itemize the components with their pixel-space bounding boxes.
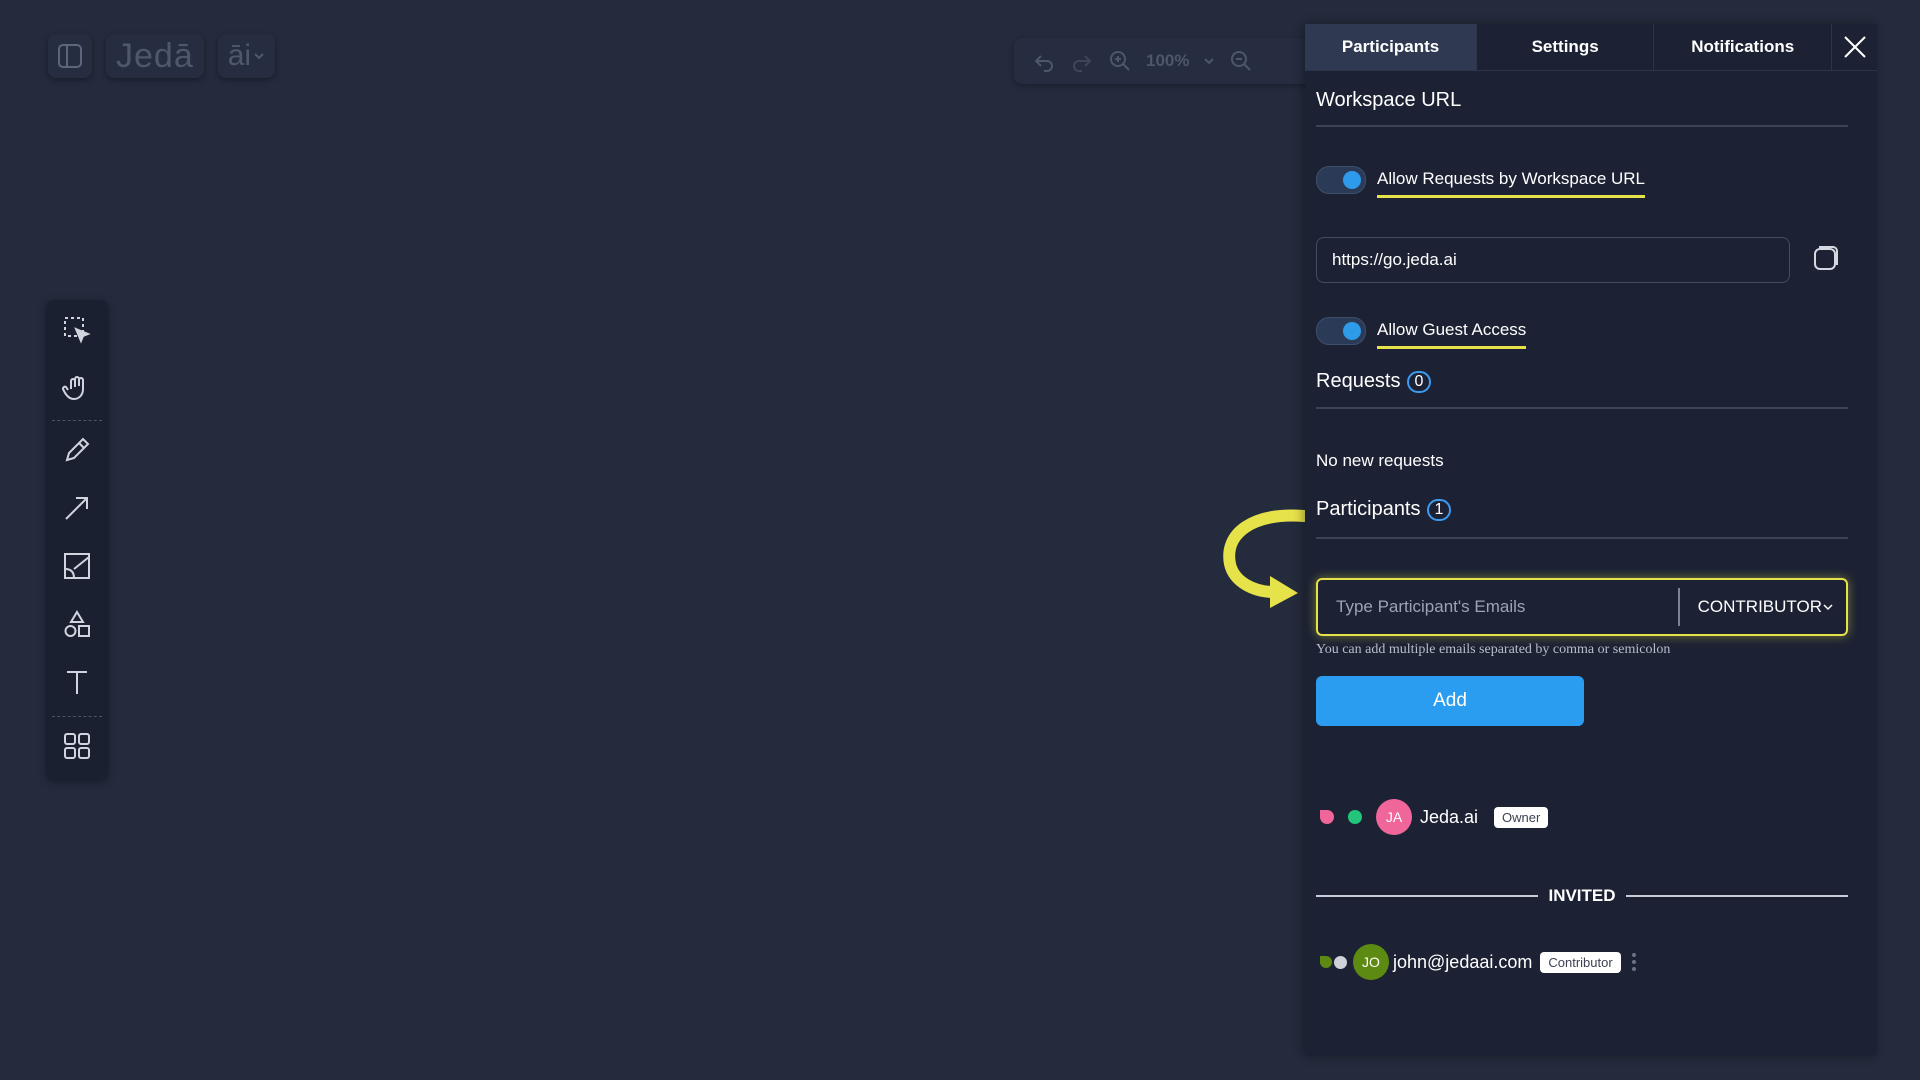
toggle-knob xyxy=(1343,171,1361,189)
allow-guest-toggle[interactable] xyxy=(1316,317,1366,345)
pen-tool[interactable] xyxy=(61,434,93,466)
toolbar-divider xyxy=(52,420,102,421)
canvas-toolbar: 100% xyxy=(1014,38,1322,84)
invited-divider: INVITED xyxy=(1316,886,1848,906)
close-button[interactable] xyxy=(1832,24,1877,71)
zoom-in-icon[interactable] xyxy=(1108,49,1132,73)
ai-menu-button[interactable]: āi xyxy=(217,34,276,78)
pencil-icon xyxy=(65,437,90,462)
divider xyxy=(1316,537,1848,539)
participants-panel: Participants Settings Notifications Work… xyxy=(1305,24,1877,1056)
hand-tool[interactable] xyxy=(61,372,93,404)
close-icon xyxy=(1843,36,1866,58)
divider-line xyxy=(1625,895,1848,897)
guide-arrow-icon xyxy=(1223,509,1306,608)
select-icon xyxy=(64,317,91,344)
tab-settings[interactable]: Settings xyxy=(1477,24,1655,71)
jeda-logo[interactable]: Jedā xyxy=(106,34,204,78)
sidebar-toggle-button[interactable] xyxy=(48,34,92,78)
shapes-tool[interactable] xyxy=(61,608,93,640)
invited-avatar: JO xyxy=(1353,944,1389,980)
owner-role-badge: Owner xyxy=(1494,806,1549,828)
text-icon xyxy=(67,671,87,694)
add-button[interactable]: Add xyxy=(1316,676,1584,726)
zoom-level[interactable]: 100% xyxy=(1146,51,1189,71)
allow-guest-label: Allow Guest Access xyxy=(1377,320,1527,349)
zoom-out-icon[interactable] xyxy=(1229,49,1253,73)
no-requests-text: No new requests xyxy=(1316,451,1444,470)
toggle-knob xyxy=(1343,322,1361,340)
workspace-url-title: Workspace URL xyxy=(1316,89,1462,111)
text-tool[interactable] xyxy=(61,666,93,698)
invited-email: john@jedaai.com xyxy=(1393,951,1533,972)
role-select-value: CONTRIBUTOR xyxy=(1697,597,1822,616)
workspace-url-field[interactable]: https://go.jeda.ai xyxy=(1316,237,1790,283)
tab-notifications[interactable]: Notifications xyxy=(1654,24,1833,71)
allow-requests-toggle[interactable] xyxy=(1316,166,1366,194)
requests-title: Requests 0 xyxy=(1316,370,1432,393)
select-tool[interactable] xyxy=(61,314,93,346)
cursor-color-icon xyxy=(1320,810,1334,824)
grid-icon xyxy=(64,733,90,759)
tab-participants[interactable]: Participants xyxy=(1305,24,1478,71)
online-status-icon xyxy=(1348,810,1362,824)
copy-url-button[interactable] xyxy=(1810,242,1842,274)
invited-label: INVITED xyxy=(1548,886,1616,905)
invited-role-badge: Contributor xyxy=(1540,951,1621,973)
participants-label: Participants xyxy=(1316,498,1421,520)
divider xyxy=(1316,125,1848,127)
app-header: Jedā āi xyxy=(48,34,276,78)
allow-requests-label: Allow Requests by Workspace URL xyxy=(1377,169,1646,198)
offline-status-icon xyxy=(1334,955,1347,969)
apps-tool[interactable] xyxy=(61,730,93,762)
chevron-down-icon xyxy=(254,53,264,60)
email-hint: You can add multiple emails separated by… xyxy=(1316,642,1671,657)
requests-label: Requests xyxy=(1316,370,1401,392)
arrow-tool[interactable] xyxy=(61,492,93,524)
participants-title: Participants 1 xyxy=(1316,498,1452,521)
cursor-color-icon xyxy=(1320,956,1332,968)
divider-line xyxy=(1316,895,1539,897)
owner-name: Jeda.ai xyxy=(1420,806,1479,827)
panel-tabs: Participants Settings Notifications xyxy=(1305,24,1877,71)
arrow-icon xyxy=(65,497,88,520)
drawing-toolbar xyxy=(46,300,108,780)
role-select[interactable]: CONTRIBUTOR xyxy=(1680,597,1846,617)
toolbar-divider xyxy=(52,716,102,717)
more-options-icon[interactable] xyxy=(1629,950,1639,974)
sidebar-icon xyxy=(58,44,82,68)
invited-row: JO john@jedaai.com Contributor xyxy=(1320,944,1639,980)
hand-icon xyxy=(62,376,84,401)
shapes-icon xyxy=(64,610,90,637)
participants-count-badge: 1 xyxy=(1426,498,1452,521)
redo-icon[interactable] xyxy=(1070,49,1094,73)
copy-icon xyxy=(1814,246,1838,270)
image-icon xyxy=(64,553,90,579)
owner-row: JA Jeda.ai Owner xyxy=(1320,799,1549,835)
chevron-down-icon[interactable] xyxy=(1203,55,1215,67)
ai-label: āi xyxy=(227,39,252,72)
chevron-down-icon xyxy=(1823,604,1833,611)
participant-email-input[interactable] xyxy=(1318,579,1678,635)
invite-row: CONTRIBUTOR xyxy=(1316,578,1848,636)
requests-count-badge: 0 xyxy=(1406,370,1432,393)
image-tool[interactable] xyxy=(61,550,93,582)
owner-avatar: JA xyxy=(1376,799,1412,835)
divider xyxy=(1316,407,1848,409)
undo-icon[interactable] xyxy=(1032,49,1056,73)
